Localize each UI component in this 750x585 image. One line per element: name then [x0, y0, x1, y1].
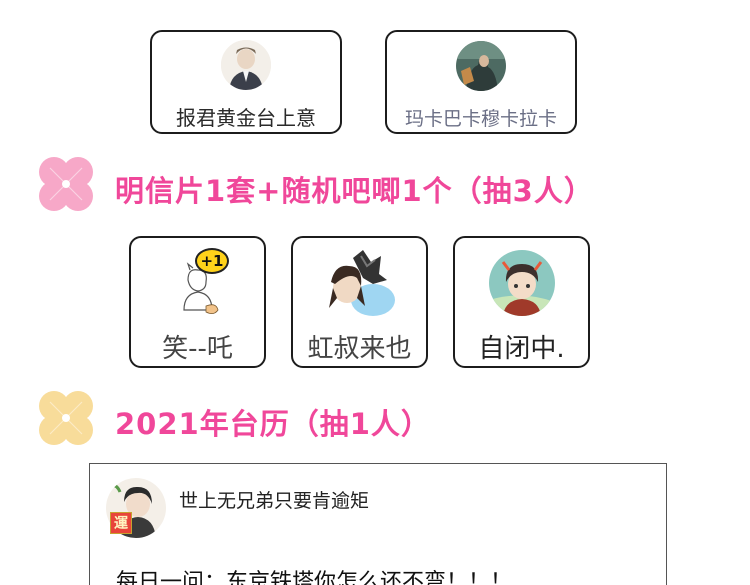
plus-one-badge: +1	[195, 248, 229, 274]
winner-name: 玛卡巴卡穆卡拉卡	[404, 108, 557, 130]
teal-clover-icon	[42, 0, 102, 10]
winner-name: 报君黄金台上意	[176, 106, 316, 130]
winner-card-5[interactable]: 自闭中.	[453, 236, 590, 368]
winner-card-4[interactable]: 虹叔来也	[291, 236, 428, 368]
pink-clover-icon	[36, 154, 96, 214]
avatar	[456, 41, 506, 91]
yellow-clover-icon	[36, 388, 96, 448]
luck-tag: 運	[110, 512, 132, 534]
section-title-tier-b: 明信片1套+随机吧唧1个（抽3人）	[115, 174, 594, 208]
avatar	[488, 250, 555, 316]
winner-card-1[interactable]: 报君黄金台上意	[150, 30, 342, 134]
winner-name: 自闭中.	[478, 334, 565, 364]
winner-name: 笑--吒	[162, 334, 233, 364]
comment-card: 運 世上无兄弟只要肯逾矩 每日一问：东京铁塔你怎么还不弯！！！	[89, 463, 667, 585]
winner-name: 虹叔来也	[307, 334, 412, 364]
section-title-tier-c: 2021年台历（抽1人）	[115, 407, 431, 441]
winner-card-2[interactable]: 玛卡巴卡穆卡拉卡	[385, 30, 577, 134]
avatar	[322, 248, 397, 322]
avatar	[221, 40, 271, 90]
winner-card-3[interactable]: +1 笑--吒	[129, 236, 266, 368]
comment-text: 每日一问：东京铁塔你怎么还不弯！！！	[116, 570, 513, 585]
comment-username: 世上无兄弟只要肯逾矩	[179, 490, 370, 512]
